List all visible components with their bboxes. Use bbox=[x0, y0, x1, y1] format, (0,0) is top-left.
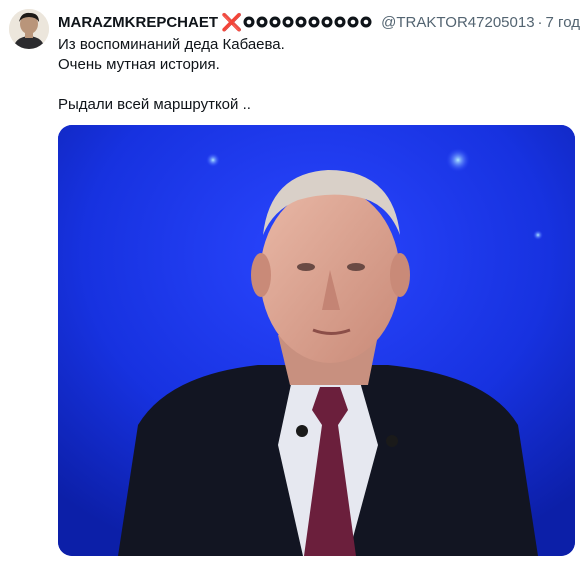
tweet-header: MARAZMKREPCHAET ❌ @TRAKTOR47205013 · 7 г… bbox=[58, 12, 580, 32]
user-handle[interactable]: @TRAKTOR47205013 bbox=[381, 14, 534, 31]
red-cross-icon: ❌ bbox=[221, 12, 243, 32]
tweet-text-line: Из воспоминаний деда Кабаева. bbox=[58, 36, 285, 53]
video-thumbnail[interactable] bbox=[58, 125, 575, 556]
black-circle-row-icon bbox=[243, 15, 375, 29]
tweet-text-line: Рыдали всей маршруткой .. bbox=[58, 96, 251, 113]
separator-dot: · bbox=[537, 13, 543, 31]
tweet[interactable]: MARAZMKREPCHAET ❌ @TRAKTOR47205013 · 7 г… bbox=[0, 0, 581, 562]
video-frame bbox=[58, 125, 575, 556]
tweet-text-line: Очень мутная история. bbox=[58, 56, 220, 73]
tweet-text: Из воспоминаний деда Кабаева. Очень мутн… bbox=[58, 35, 571, 115]
display-name[interactable]: MARAZMKREPCHAET bbox=[58, 14, 218, 31]
avatar-image bbox=[9, 9, 49, 49]
timestamp[interactable]: 7 год bbox=[546, 14, 580, 31]
avatar[interactable] bbox=[9, 9, 49, 49]
